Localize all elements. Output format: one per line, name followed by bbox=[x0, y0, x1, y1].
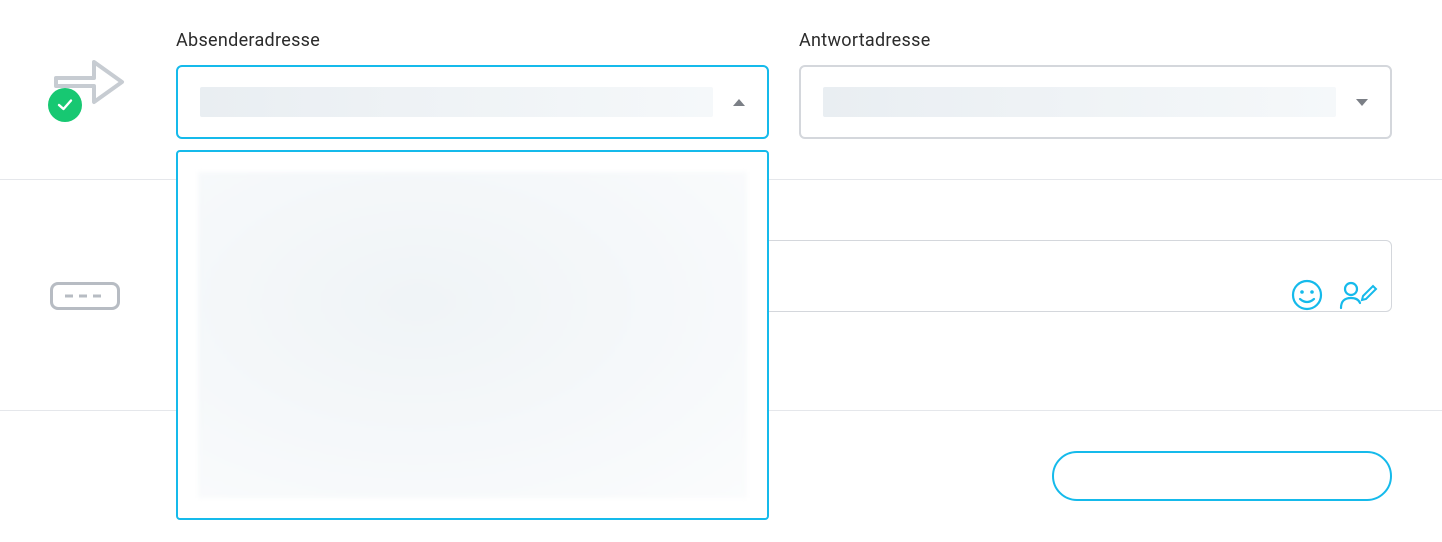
section-icon-col bbox=[50, 441, 176, 461]
sender-address-dropdown[interactable] bbox=[176, 150, 769, 520]
sender-address-select[interactable] bbox=[176, 65, 769, 139]
personalize-icon[interactable] bbox=[1338, 278, 1378, 312]
reply-address-select[interactable] bbox=[799, 65, 1392, 139]
chevron-down-icon bbox=[1356, 99, 1368, 106]
sender-address-label: Absenderadresse bbox=[176, 30, 769, 51]
action-button-outline[interactable] bbox=[1052, 451, 1392, 501]
address-fields-row: Absenderadresse Antwortadresse bbox=[176, 30, 1392, 139]
reply-address-label: Antwortadresse bbox=[799, 30, 1392, 51]
redacted-value-bar bbox=[823, 87, 1336, 117]
input-field-icon bbox=[50, 282, 120, 310]
reply-address-field: Antwortadresse bbox=[799, 30, 1392, 139]
check-badge-icon bbox=[48, 88, 82, 122]
send-arrow-icon bbox=[50, 50, 128, 120]
section-icon-col bbox=[50, 240, 176, 310]
redacted-options-area bbox=[198, 172, 747, 498]
subject-actions bbox=[1290, 278, 1378, 312]
address-section: Absenderadresse Antwortadresse bbox=[0, 0, 1442, 179]
chevron-up-icon bbox=[733, 99, 745, 106]
sender-address-field: Absenderadresse bbox=[176, 30, 769, 139]
emoji-icon[interactable] bbox=[1290, 278, 1324, 312]
section-icon-col bbox=[50, 30, 176, 120]
redacted-value-bar bbox=[200, 87, 713, 117]
